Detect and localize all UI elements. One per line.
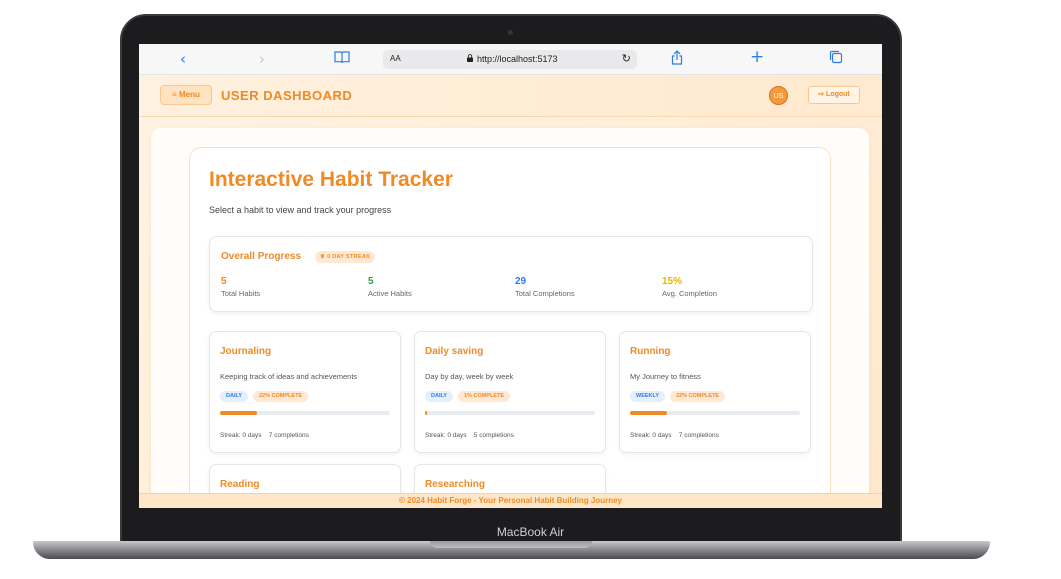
habit-description: My Journey to fitness bbox=[630, 372, 701, 381]
stat-value: 5 bbox=[368, 276, 374, 287]
habit-name: Reading bbox=[220, 479, 260, 490]
habit-name: Daily saving bbox=[425, 346, 484, 357]
url-text: http://localhost:5173 bbox=[477, 54, 558, 64]
browser-toolbar: ‹ › AA http://localhost:5173 ↻ + bbox=[139, 44, 882, 75]
tabs-overview-icon[interactable] bbox=[829, 50, 843, 68]
habit-name: Researching bbox=[425, 479, 486, 490]
habit-completions: 5 completions bbox=[473, 432, 514, 439]
device-label: MacBook Air bbox=[496, 525, 565, 539]
progress-bar bbox=[220, 411, 390, 415]
chevron-left-icon[interactable]: ‹ bbox=[180, 50, 186, 68]
lock-icon bbox=[467, 54, 473, 64]
page-title: Interactive Habit Tracker bbox=[209, 168, 453, 191]
stat-value: 15% bbox=[662, 276, 683, 287]
text-size-button[interactable]: AA bbox=[390, 54, 401, 63]
stat-label: Avg. Completion bbox=[662, 289, 717, 298]
logout-icon: ⇨ bbox=[818, 91, 825, 98]
share-icon[interactable] bbox=[671, 50, 683, 69]
screen: ‹ › AA http://localhost:5173 ↻ + ≡ Menu … bbox=[139, 44, 882, 508]
progress-fill bbox=[220, 411, 258, 415]
stat-total-habits: 5 Total Habits bbox=[221, 276, 260, 298]
habit-completions: 7 completions bbox=[268, 432, 309, 439]
frequency-badge: WEEKLY bbox=[630, 391, 666, 402]
dashboard-title: USER DASHBOARD bbox=[221, 88, 353, 103]
progress-fill bbox=[425, 411, 427, 415]
chevron-right-icon[interactable]: › bbox=[259, 50, 265, 68]
page-subtitle: Select a habit to view and track your pr… bbox=[209, 205, 392, 215]
habit-card-daily-saving[interactable]: Daily saving Day by day, week by week DA… bbox=[414, 331, 606, 453]
new-tab-icon[interactable]: + bbox=[750, 48, 764, 66]
progress-bar bbox=[425, 411, 595, 415]
completion-badge: 22% COMPLETE bbox=[253, 391, 309, 402]
menu-label: Menu bbox=[179, 90, 200, 99]
streak-badge-label: 0 DAY STREAK bbox=[327, 254, 371, 260]
completion-badge: 22% COMPLETE bbox=[670, 391, 726, 402]
habit-description: Keeping track of ideas and achievements bbox=[220, 372, 358, 381]
progress-bar bbox=[630, 411, 800, 415]
stat-active-habits: 5 Active Habits bbox=[368, 276, 412, 298]
content-area: Interactive Habit Tracker Select a habit… bbox=[151, 128, 869, 508]
stat-label: Active Habits bbox=[368, 289, 412, 298]
habit-streak: Streak: 0 days bbox=[630, 432, 672, 439]
habit-name: Running bbox=[630, 346, 671, 357]
habit-card-journaling[interactable]: Journaling Keeping track of ideas and ac… bbox=[209, 331, 401, 453]
streak-badge: ♕ 0 DAY STREAK bbox=[315, 251, 376, 263]
reload-icon[interactable]: ↻ bbox=[622, 52, 631, 65]
app: ≡ Menu USER DASHBOARD US ⇨ Logout Intera… bbox=[139, 75, 882, 508]
avatar[interactable]: US bbox=[769, 86, 788, 105]
habit-completions: 7 completions bbox=[678, 432, 719, 439]
address-bar[interactable]: AA http://localhost:5173 ↻ bbox=[383, 50, 637, 69]
frequency-badge: DAILY bbox=[425, 391, 453, 402]
habit-description: Day by day, week by week bbox=[425, 372, 514, 381]
habit-streak: Streak: 0 days bbox=[220, 432, 262, 439]
stat-label: Total Completions bbox=[515, 289, 575, 298]
laptop-notch bbox=[430, 541, 592, 548]
stat-avg-completion: 15% Avg. Completion bbox=[662, 276, 717, 298]
progress-fill bbox=[630, 411, 668, 415]
habit-card-running[interactable]: Running My Journey to fitness WEEKLY 22%… bbox=[619, 331, 811, 453]
habit-meta: Streak: 0 days 7 completions bbox=[220, 432, 309, 439]
book-icon[interactable] bbox=[334, 50, 350, 70]
app-header: ≡ Menu USER DASHBOARD US ⇨ Logout bbox=[139, 75, 882, 117]
habit-tracker-panel: Interactive Habit Tracker Select a habit… bbox=[189, 147, 831, 508]
overall-progress-card: Overall Progress ♕ 0 DAY STREAK 5 Total … bbox=[209, 236, 813, 312]
habit-meta: Streak: 0 days 7 completions bbox=[630, 432, 719, 439]
overall-progress-title: Overall Progress bbox=[221, 251, 302, 262]
menu-button[interactable]: ≡ Menu bbox=[160, 85, 212, 105]
stat-value: 29 bbox=[515, 276, 527, 287]
logout-label: Logout bbox=[826, 91, 850, 98]
frequency-badge: DAILY bbox=[220, 391, 248, 402]
trophy-icon: ♕ bbox=[320, 254, 326, 260]
logout-button[interactable]: ⇨ Logout bbox=[808, 86, 860, 104]
habit-streak: Streak: 0 days bbox=[425, 432, 467, 439]
stat-label: Total Habits bbox=[221, 289, 261, 298]
camera-icon bbox=[508, 30, 513, 35]
habit-meta: Streak: 0 days 5 completions bbox=[425, 432, 514, 439]
stat-value: 5 bbox=[221, 276, 227, 287]
habit-name: Journaling bbox=[220, 346, 272, 357]
completion-badge: 1% COMPLETE bbox=[458, 391, 511, 402]
hamburger-icon: ≡ bbox=[172, 90, 177, 99]
footer: © 2024 Habit Forge - Your Personal Habit… bbox=[139, 493, 882, 508]
stat-total-completions: 29 Total Completions bbox=[515, 276, 575, 298]
